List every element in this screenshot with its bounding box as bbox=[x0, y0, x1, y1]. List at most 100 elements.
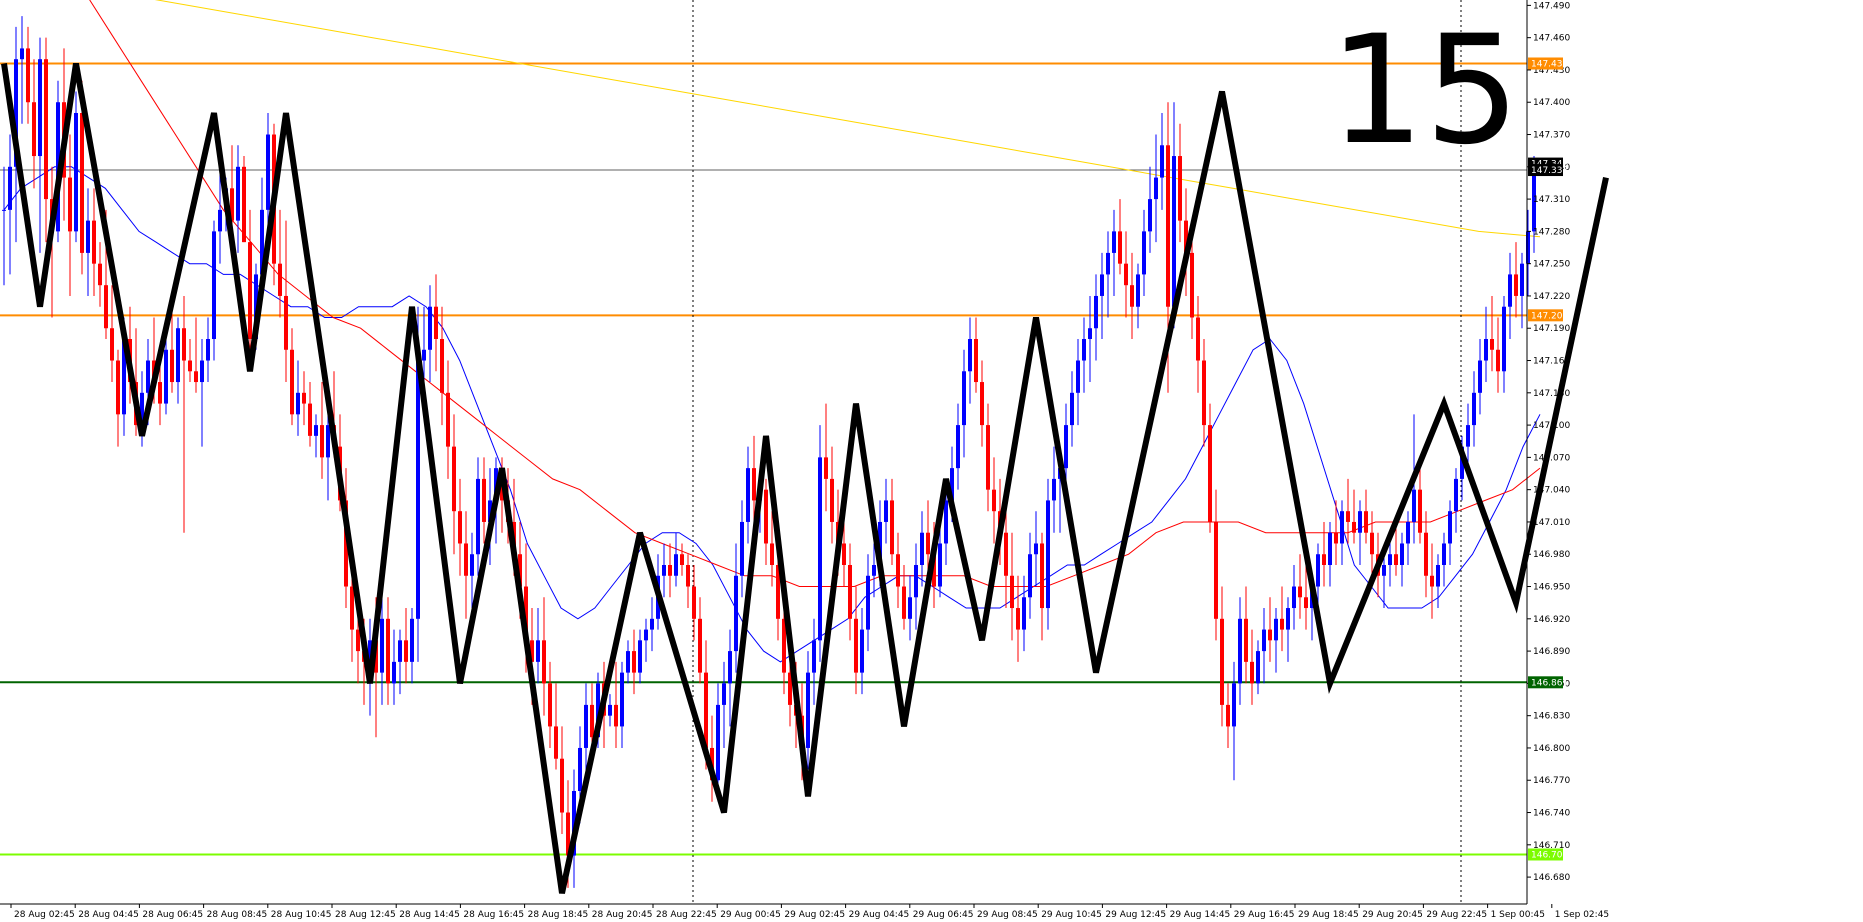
candle-body bbox=[434, 306, 438, 339]
x-tick-label: 28 Aug 20:45 bbox=[592, 910, 653, 920]
candle-body bbox=[1202, 360, 1206, 426]
candle-body bbox=[428, 306, 432, 350]
candle-body bbox=[326, 425, 330, 458]
candle-body bbox=[1412, 489, 1416, 522]
candle-body bbox=[1274, 618, 1278, 641]
candle-body bbox=[536, 640, 540, 662]
time-axis: 28 Aug 02:45 28 Aug 04:45 28 Aug 06:45 28 A… bbox=[10, 904, 1609, 920]
candle-body bbox=[614, 704, 618, 727]
candle-body bbox=[716, 704, 720, 781]
y-tick-label: 146.680 bbox=[1533, 873, 1570, 883]
candle-body bbox=[458, 511, 462, 544]
candle-body bbox=[902, 586, 906, 619]
candle-body bbox=[20, 48, 24, 60]
candle-body bbox=[1418, 489, 1422, 533]
candle-body bbox=[1064, 425, 1068, 469]
candle-body bbox=[290, 349, 294, 415]
candle-body bbox=[1004, 532, 1008, 576]
candle-body bbox=[1388, 554, 1392, 565]
candle-body bbox=[1316, 554, 1320, 587]
candle-body bbox=[116, 360, 120, 415]
candle-body bbox=[1046, 500, 1050, 609]
candle-body bbox=[632, 651, 636, 673]
x-tick-label: 29 Aug 20:45 bbox=[1362, 910, 1423, 920]
candle-body bbox=[884, 500, 888, 522]
candle-body bbox=[1220, 618, 1224, 705]
candle-body bbox=[356, 629, 360, 652]
x-tick-label: 28 Aug 06:45 bbox=[142, 910, 203, 920]
x-tick-label: 29 Aug 22:45 bbox=[1426, 910, 1487, 920]
candle-body bbox=[146, 360, 150, 393]
candle-body bbox=[1400, 543, 1404, 565]
candle-body bbox=[1124, 263, 1128, 286]
y-tick-label: 147.190 bbox=[1533, 324, 1570, 334]
candle-body bbox=[314, 425, 318, 436]
candle-body bbox=[1094, 295, 1098, 329]
candle-body bbox=[1076, 360, 1080, 393]
candle-body bbox=[206, 339, 210, 361]
candle-body bbox=[98, 263, 102, 286]
candle-body bbox=[830, 478, 834, 522]
price-chart[interactable]: 147.490147.460147.430147.400147.370147.3… bbox=[0, 0, 1863, 922]
candle-body bbox=[944, 500, 948, 544]
candle-body bbox=[278, 263, 282, 296]
x-tick-label: 29 Aug 00:45 bbox=[720, 910, 781, 920]
candle-body bbox=[464, 543, 468, 576]
candle-body bbox=[1034, 543, 1038, 555]
candle-body bbox=[734, 575, 738, 652]
candle-body bbox=[1244, 618, 1248, 662]
candle-body bbox=[242, 166, 246, 243]
candle-body bbox=[1148, 199, 1152, 232]
y-tick-label: 147.310 bbox=[1533, 195, 1570, 205]
y-tick-label: 147.070 bbox=[1533, 453, 1570, 463]
candle-body bbox=[1430, 575, 1434, 587]
candle-body bbox=[1364, 511, 1368, 533]
candle-body bbox=[74, 113, 78, 232]
candle-body bbox=[164, 349, 168, 404]
candle-body bbox=[194, 371, 198, 383]
x-tick-label: 29 Aug 08:45 bbox=[977, 910, 1038, 920]
candle-body bbox=[1454, 478, 1458, 512]
candle-body bbox=[1370, 532, 1374, 555]
candle-body bbox=[482, 478, 486, 522]
candle-body bbox=[728, 651, 732, 684]
candle-body bbox=[350, 586, 354, 630]
candle-body bbox=[452, 446, 456, 512]
candle-body bbox=[1208, 425, 1212, 522]
candle-body bbox=[176, 328, 180, 383]
candle-body bbox=[974, 339, 978, 383]
candle-body bbox=[854, 618, 858, 673]
candle-body bbox=[926, 532, 930, 555]
candle-body bbox=[188, 360, 192, 372]
candle-body bbox=[812, 640, 816, 673]
candle-body bbox=[1040, 543, 1044, 609]
candle-body bbox=[806, 672, 810, 748]
y-tick-label: 147.370 bbox=[1533, 131, 1570, 141]
candle-body bbox=[674, 554, 678, 576]
candle-body bbox=[1442, 543, 1446, 565]
candle-body bbox=[422, 349, 426, 361]
candle-body bbox=[1022, 597, 1026, 630]
x-tick-label: 29 Aug 14:45 bbox=[1170, 910, 1231, 920]
candle-body bbox=[1286, 608, 1290, 630]
candle-body bbox=[698, 618, 702, 673]
y-tick-label: 147.250 bbox=[1533, 260, 1570, 270]
candle-body bbox=[560, 758, 564, 813]
candle-body bbox=[1340, 511, 1344, 544]
candle-body bbox=[1238, 618, 1242, 684]
candle-body bbox=[110, 328, 114, 361]
x-tick-label: 1 Sep 00:45 bbox=[1491, 910, 1545, 920]
candle-body bbox=[686, 565, 690, 587]
candle-body bbox=[416, 360, 420, 619]
y-tick-label: 146.830 bbox=[1533, 712, 1570, 722]
candle-body bbox=[908, 597, 912, 619]
candle-body bbox=[842, 543, 846, 565]
candle-body bbox=[1394, 554, 1398, 565]
x-tick-label: 28 Aug 18:45 bbox=[528, 910, 589, 920]
candle-body bbox=[968, 339, 972, 372]
y-tick-label: 147.160 bbox=[1533, 357, 1570, 367]
candle-body bbox=[1256, 651, 1260, 684]
candle-body bbox=[962, 371, 966, 426]
candle-body bbox=[104, 285, 108, 329]
candle-body bbox=[542, 640, 546, 684]
